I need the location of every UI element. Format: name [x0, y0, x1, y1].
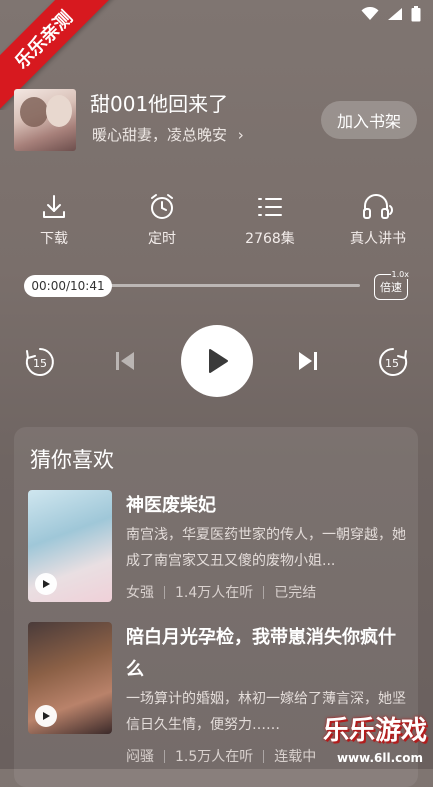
- download-label: 下载: [40, 231, 68, 247]
- episodes-label: 2768集: [245, 231, 295, 247]
- download-icon: [43, 195, 65, 218]
- play-mini-icon[interactable]: [35, 705, 57, 727]
- book-status: 已完结: [274, 585, 317, 601]
- wifi-icon: [361, 7, 379, 20]
- headphones-icon: [363, 194, 393, 219]
- book-tag: 女强: [126, 585, 154, 601]
- next-track-button[interactable]: [297, 349, 319, 373]
- timer-label: 定时: [148, 231, 176, 247]
- watermark-brand: 乐乐游戏: [322, 716, 427, 746]
- book-subtitle: 暖心甜妻，凌总晚安: [92, 126, 228, 144]
- book-meta: 闷骚 1.5万人在听 连载中: [126, 746, 316, 766]
- status-bar: [361, 6, 421, 22]
- book-name: 陪白月光孕检，我带崽消失你疯什么: [126, 627, 396, 680]
- watermark-logo: 乐乐游戏 www.6ll.com: [313, 703, 433, 769]
- previous-track-button[interactable]: [114, 349, 136, 373]
- rewind-15-button[interactable]: 15: [24, 346, 56, 378]
- play-button[interactable]: [181, 325, 253, 397]
- book-listeners: 1.5万人在听: [175, 749, 254, 765]
- book-name: 神医废柴妃: [126, 495, 216, 516]
- book-cover[interactable]: [14, 89, 76, 151]
- download-button[interactable]: 下载: [14, 192, 94, 248]
- book-status: 连载中: [274, 749, 317, 765]
- speed-button[interactable]: 倍速 1.0x: [372, 270, 410, 300]
- book-listeners: 1.4万人在听: [175, 585, 254, 601]
- battery-icon: [411, 6, 421, 22]
- recommendation-title: 猜你喜欢: [30, 448, 114, 472]
- book-thumbnail[interactable]: [28, 490, 112, 602]
- forward-15-button[interactable]: 15: [377, 346, 409, 378]
- book-title: 甜001他回来了: [90, 92, 229, 116]
- real-narrator-label: 真人讲书: [350, 231, 406, 247]
- book-description: 南宫浅，华夏医药世家的传人，一朝穿越，她成了南宫家又丑又傻的废物小姐...: [126, 527, 406, 569]
- book-thumbnail[interactable]: [28, 622, 112, 734]
- real-narrator-button[interactable]: 真人讲书: [338, 192, 418, 248]
- cellular-signal-icon: [388, 8, 402, 20]
- book-meta: 女强 1.4万人在听 已完结: [126, 582, 316, 602]
- chevron-right-icon: ›: [237, 126, 244, 144]
- timer-button[interactable]: 定时: [122, 192, 202, 248]
- episodes-button[interactable]: 2768集: [230, 192, 310, 248]
- forward-15-label: 15: [385, 357, 399, 370]
- alarm-clock-icon: [151, 194, 173, 219]
- progress-thumb-time[interactable]: 00:00/10:41: [24, 275, 112, 297]
- add-to-shelf-button[interactable]: 加入书架: [321, 101, 417, 139]
- play-mini-icon[interactable]: [35, 573, 57, 595]
- rewind-15-label: 15: [33, 357, 47, 370]
- list-icon: [258, 198, 282, 216]
- watermark-url: www.6ll.com: [336, 751, 423, 765]
- list-item[interactable]: 神医废柴妃 南宫浅，华夏医药世家的传人，一朝穿越，她成了南宫家又丑又傻的废物小姐…: [28, 490, 408, 605]
- book-tag: 闷骚: [126, 749, 154, 765]
- book-subtitle-link[interactable]: 暖心甜妻，凌总晚安 ›: [92, 124, 244, 145]
- speed-value: 1.0x: [390, 270, 410, 279]
- play-icon: [209, 349, 228, 373]
- action-row: 下载 定时 2768集 真人讲书: [0, 192, 433, 252]
